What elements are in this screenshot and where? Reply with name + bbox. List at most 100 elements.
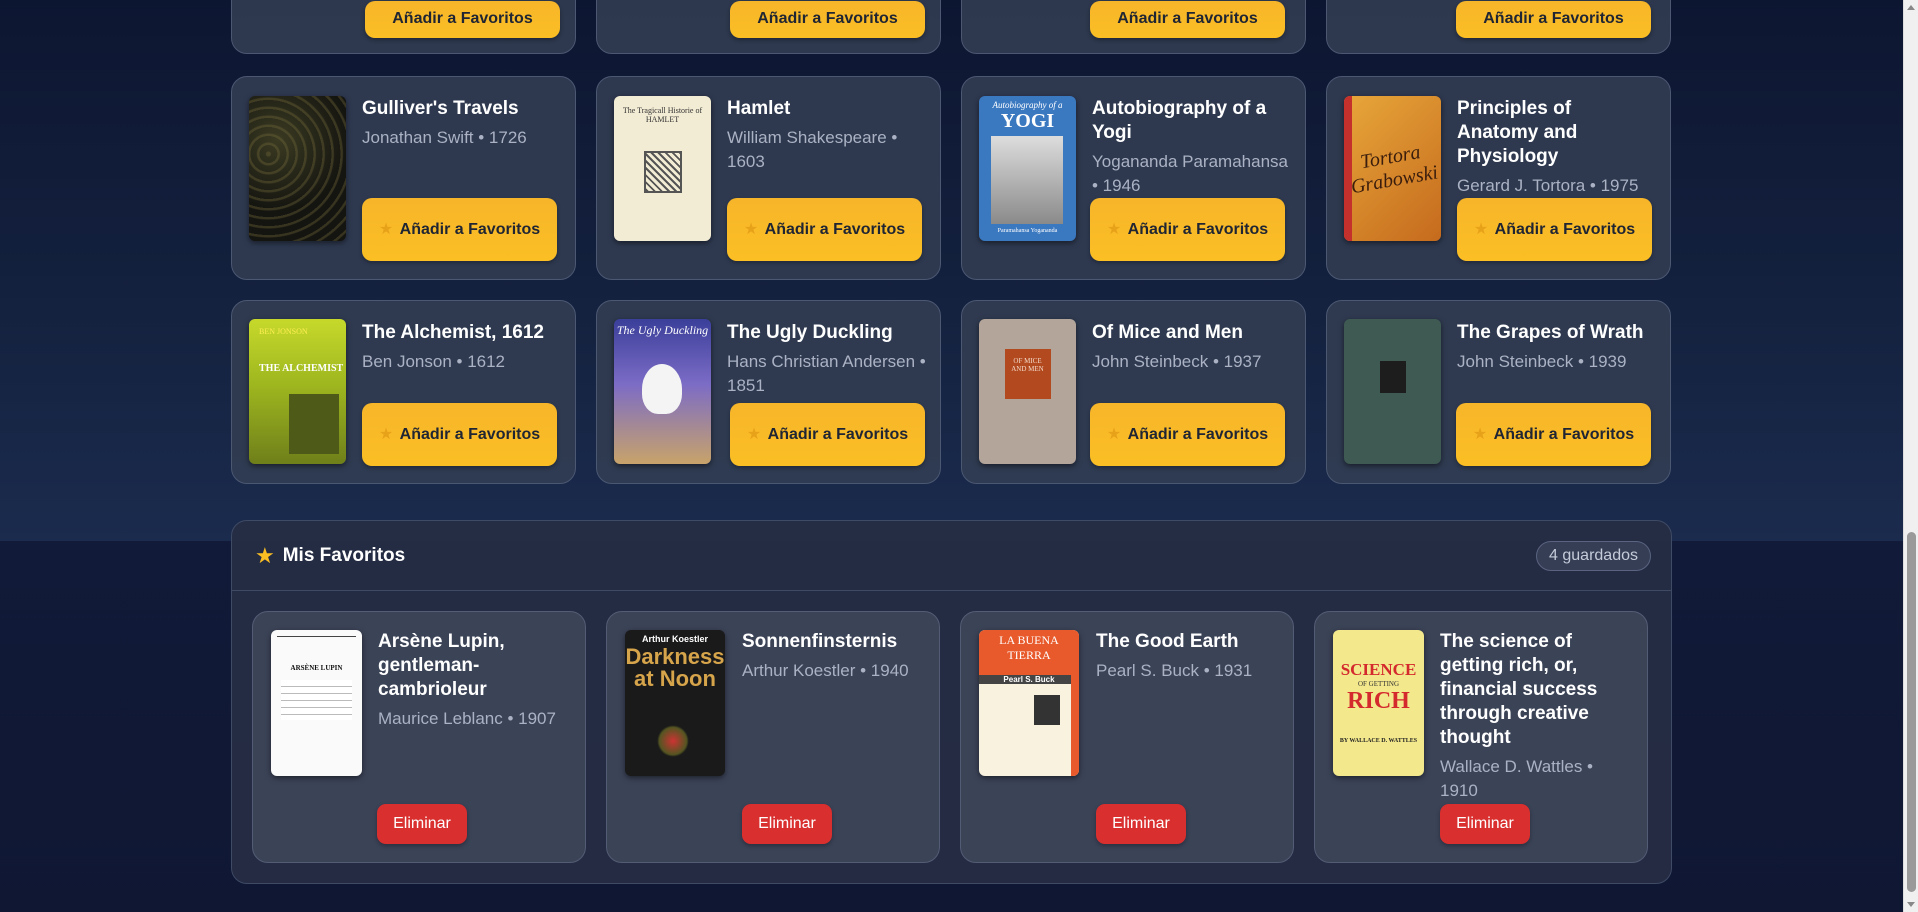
book-meta: Jonathan Swift • 1726 [362, 128, 527, 147]
favorite-card: ARSÈNE LUPIN Arsène Lupin, gentleman-cam… [252, 611, 586, 863]
favorites-panel: ★ Mis Favoritos 4 guardados ARSÈNE LUPIN… [231, 520, 1672, 884]
add-favorite-button[interactable]: ★ Añadir a Favoritos [362, 198, 557, 261]
add-favorite-button[interactable]: Añadir a Favoritos [1090, 1, 1285, 38]
book-card: Añadir a Favoritos [1326, 0, 1671, 54]
book-meta: Gerard J. Tortora • 1975 [1457, 176, 1639, 195]
book-meta: Arthur Koestler • 1940 [742, 661, 909, 680]
add-favorite-button[interactable]: Añadir a Favoritos [730, 1, 925, 38]
add-favorite-button[interactable]: ★ Añadir a Favoritos [1090, 403, 1285, 466]
book-cover[interactable]: LA BUENA TIERRA Pearl S. Buck [979, 630, 1079, 776]
book-meta: Hans Christian Andersen • 1851 [727, 352, 926, 395]
cover-emblem [644, 151, 682, 193]
book-meta: William Shakespeare • 1603 [727, 128, 898, 171]
cover-title: YOGI [1000, 110, 1055, 132]
book-card: Autobiography of a YOGI Paramahansa Yoga… [961, 76, 1306, 280]
book-title: Principles of Anatomy and Physiology [1457, 98, 1578, 167]
book-meta: Wallace D. Wattles • 1910 [1440, 757, 1593, 800]
star-icon: ★ [1472, 425, 1492, 443]
cover-portrait [991, 136, 1063, 224]
add-favorite-button[interactable]: ★ Añadir a Favoritos [1456, 403, 1651, 466]
favorites-count-badge: 4 guardados [1536, 541, 1651, 571]
book-card: BEN JONSON THE ALCHEMIST The Alchemist, … [231, 300, 576, 484]
cover-author: Arthur Koestler [641, 634, 708, 644]
cover-title: The Tragicall Historie of HAMLET [622, 106, 703, 124]
remove-favorite-button[interactable]: Eliminar [742, 804, 832, 844]
add-favorite-button[interactable]: ★ Añadir a Favoritos [1457, 198, 1652, 261]
book-title: Of Mice and Men [1092, 322, 1243, 343]
favorites-title: Mis Favoritos [282, 544, 406, 566]
scroll-thumb[interactable] [1907, 532, 1916, 892]
book-card: The Grapes of Wrath John Steinbeck • 193… [1326, 300, 1671, 484]
cover-subtitle: Autobiography of a [992, 100, 1063, 110]
book-cover[interactable]: Autobiography of a YOGI Paramahansa Yoga… [979, 96, 1076, 241]
book-row-partial: Añadir a Favoritos Añadir a Favoritos Añ… [231, 0, 1671, 54]
book-card: OF MICE AND MEN Of Mice and Men John Ste… [961, 300, 1306, 484]
book-title: Hamlet [727, 98, 791, 119]
scroll-up-icon[interactable] [1907, 5, 1915, 10]
remove-favorite-button[interactable]: Eliminar [1096, 804, 1186, 844]
book-title: Arsène Lupin, gentleman-cambrioleur [378, 631, 505, 700]
add-favorite-button[interactable]: ★ Añadir a Favoritos [730, 403, 925, 466]
book-cover[interactable]: The Tragicall Historie of HAMLET [614, 96, 711, 241]
star-icon: ★ [378, 220, 398, 238]
star-icon: ★ [1106, 220, 1126, 238]
remove-favorite-button[interactable]: Eliminar [377, 804, 467, 844]
book-cover[interactable]: ARSÈNE LUPIN [271, 630, 362, 776]
book-card: Añadir a Favoritos [596, 0, 941, 54]
book-card: Gulliver's Travels Jonathan Swift • 1726… [231, 76, 576, 280]
cover-swan [642, 364, 682, 414]
book-cover[interactable] [1344, 319, 1441, 464]
book-title: The science of getting rich, or, financi… [1440, 631, 1598, 748]
cover-text-lines [281, 680, 352, 720]
favorites-header: ★ Mis Favoritos 4 guardados [232, 521, 1671, 591]
book-card: Añadir a Favoritos [231, 0, 576, 54]
cover-author: Paramahansa Yogananda [997, 228, 1058, 234]
add-favorite-button[interactable]: ★ Añadir a Favoritos [362, 403, 557, 466]
cover-label [1380, 361, 1406, 393]
book-card: Tortora Grabowski Principles of Anatomy … [1326, 76, 1671, 280]
star-icon: ★ [1106, 425, 1126, 443]
book-cover[interactable]: Arthur Koestler Darkness at Noon [625, 630, 725, 776]
favorite-card: SCIENCE OF GETTING RICH BY WALLACE D. WA… [1314, 611, 1648, 863]
cover-rule [277, 636, 356, 637]
add-favorite-button[interactable]: ★ Añadir a Favoritos [1090, 198, 1285, 261]
star-icon: ★ [746, 425, 766, 443]
book-row: BEN JONSON THE ALCHEMIST The Alchemist, … [231, 300, 1671, 484]
cover-title: LA BUENA TIERRA [999, 633, 1059, 662]
star-icon: ★ [378, 425, 398, 443]
cover-emblem [657, 725, 689, 757]
book-title: The Ugly Duckling [727, 322, 893, 343]
favorite-card: LA BUENA TIERRA Pearl S. Buck The Good E… [960, 611, 1294, 863]
book-title: The Grapes of Wrath [1457, 322, 1644, 343]
cover-title: Tortora Grabowski [1349, 141, 1440, 199]
cover-title: The Ugly Duckling [616, 323, 709, 337]
favorites-list: ARSÈNE LUPIN Arsène Lupin, gentleman-cam… [252, 611, 1648, 863]
cover-title: THE ALCHEMIST [259, 363, 344, 374]
scroll-down-icon[interactable] [1907, 902, 1915, 907]
star-icon: ★ [743, 220, 763, 238]
cover-title: Darkness at Noon [625, 644, 725, 691]
star-icon: ★ [255, 542, 275, 568]
book-cover[interactable]: The Ugly Duckling [614, 319, 711, 464]
cover-author: Pearl S. Buck [979, 675, 1079, 684]
book-cover[interactable] [249, 96, 346, 241]
book-cover[interactable]: SCIENCE OF GETTING RICH BY WALLACE D. WA… [1333, 630, 1424, 776]
book-cover[interactable]: BEN JONSON THE ALCHEMIST [249, 319, 346, 464]
book-cover[interactable]: Tortora Grabowski [1344, 96, 1441, 241]
page-scrollbar[interactable] [1903, 0, 1918, 912]
cover-author: BEN JONSON [259, 327, 308, 336]
add-favorite-button[interactable]: Añadir a Favoritos [1456, 1, 1651, 38]
add-favorite-button[interactable]: ★ Añadir a Favoritos [727, 198, 922, 261]
cover-title: SCIENCE [1340, 660, 1417, 679]
book-meta: Ben Jonson • 1612 [362, 352, 506, 371]
add-favorite-button[interactable]: Añadir a Favoritos [365, 1, 560, 38]
book-title: The Alchemist, 1612 [362, 322, 544, 343]
book-cover[interactable]: OF MICE AND MEN [979, 319, 1076, 464]
cover-title: OF MICE AND MEN [1011, 357, 1044, 373]
remove-favorite-button[interactable]: Eliminar [1440, 804, 1530, 844]
book-title: Gulliver's Travels [362, 98, 519, 119]
book-card: Añadir a Favoritos [961, 0, 1306, 54]
book-meta: Maurice Leblanc • 1907 [378, 709, 556, 728]
cover-spine [1071, 675, 1079, 776]
cover-author: BY WALLACE D. WATTLES [1339, 738, 1418, 744]
